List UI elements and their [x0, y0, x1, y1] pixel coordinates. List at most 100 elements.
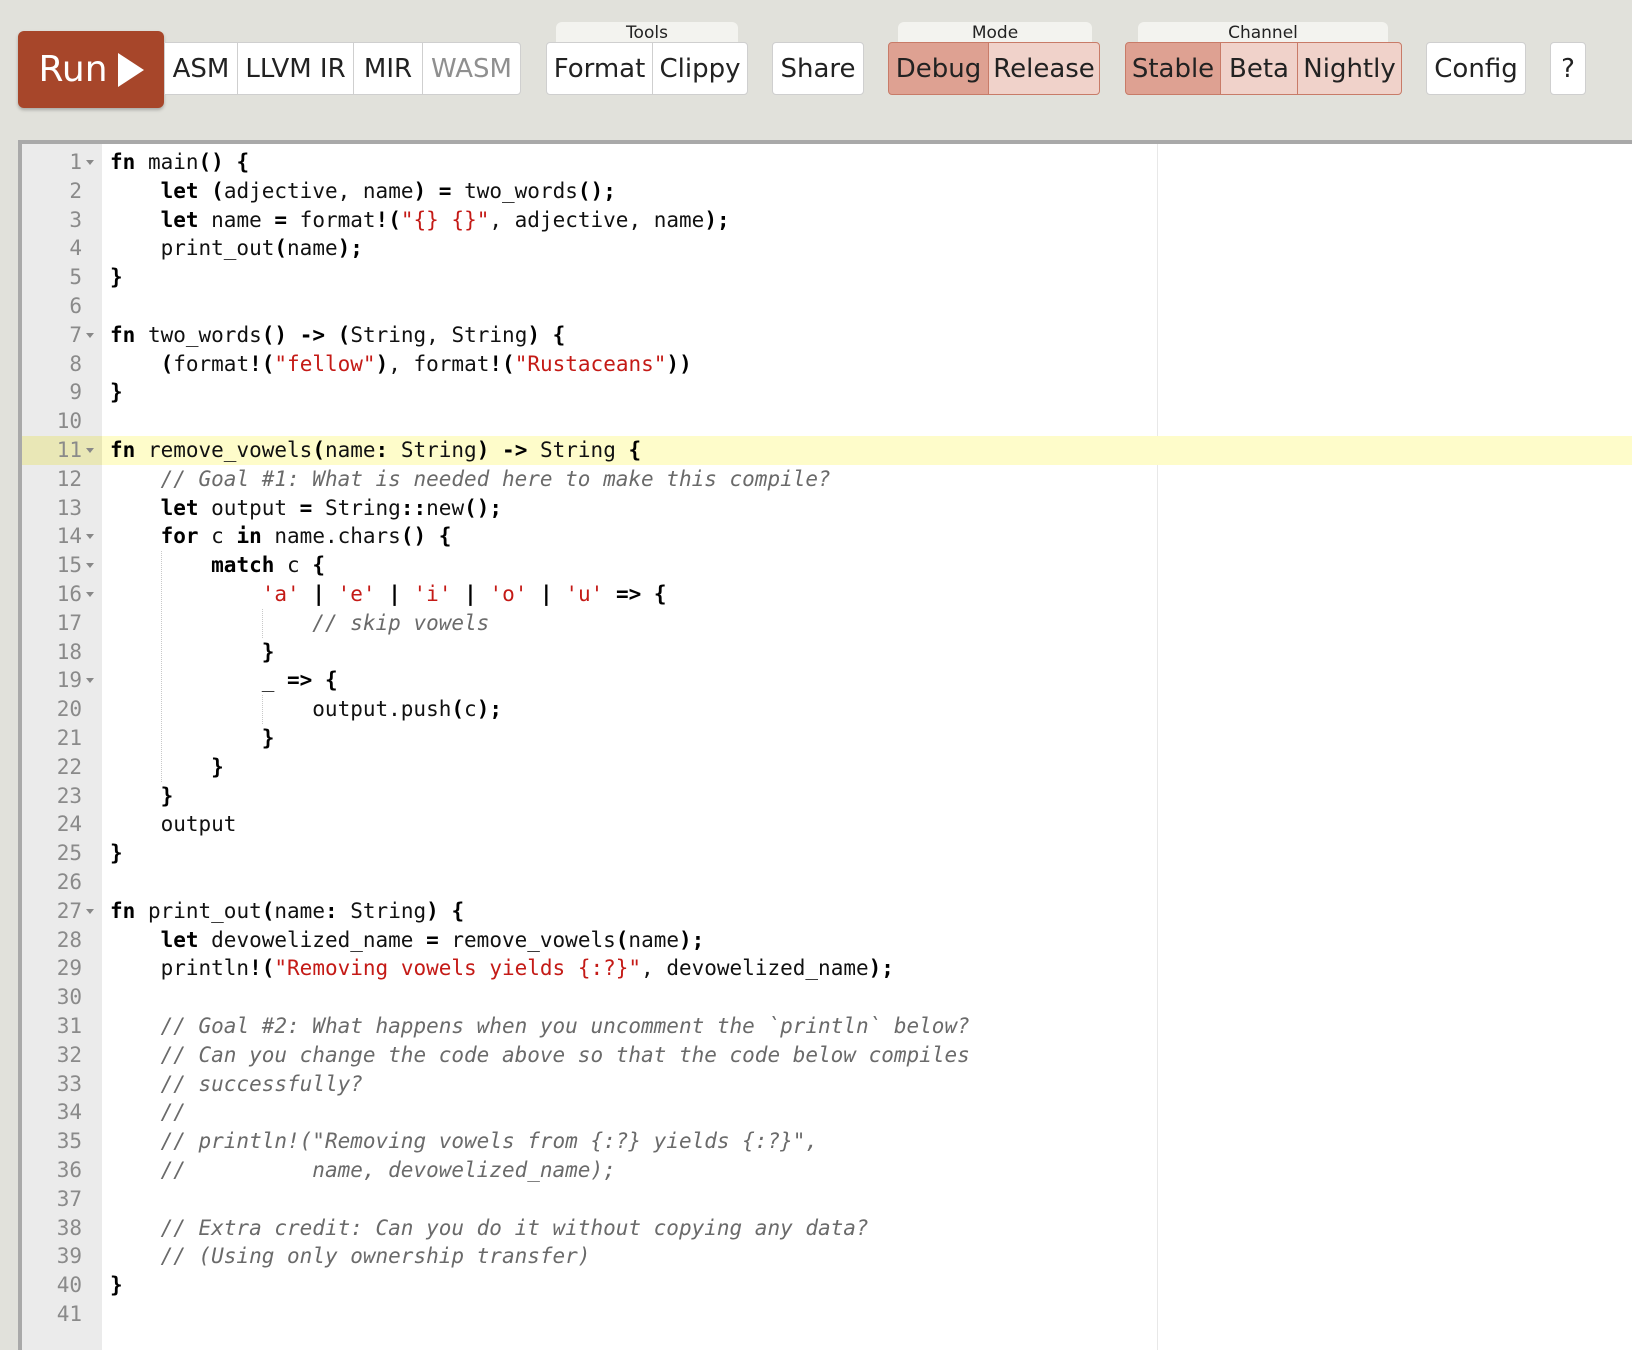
- code-line[interactable]: 11 fn remove_vowels(name: String) -> Stri…: [22, 436, 1632, 465]
- wasm-button[interactable]: WASM: [422, 42, 521, 95]
- code-line[interactable]: 8 (format!("fellow"), format!("Rustacean…: [22, 350, 1632, 379]
- nightly-button[interactable]: Nightly: [1297, 42, 1402, 95]
- code-text: let (adjective, name) = two_words();: [160, 178, 616, 203]
- line-number: 31: [56, 1014, 82, 1038]
- code-line[interactable]: 40}: [22, 1271, 1632, 1300]
- fold-arrow-icon[interactable]: [86, 908, 94, 914]
- line-number: 5: [69, 265, 82, 290]
- code-line[interactable]: 22 }: [22, 753, 1632, 782]
- line-number: 24: [56, 812, 82, 837]
- code-line[interactable]: 26: [22, 868, 1632, 897]
- asm-button[interactable]: ASM: [164, 42, 238, 95]
- play-icon: [117, 52, 144, 87]
- fold-arrow-icon[interactable]: [86, 678, 94, 684]
- line-number: 33: [56, 1071, 82, 1096]
- line-number: 12: [56, 466, 82, 491]
- line-number: 6: [69, 294, 82, 318]
- fold-arrow-icon[interactable]: [86, 534, 94, 540]
- mir-button[interactable]: MIR: [353, 42, 423, 95]
- code-text: match c {: [211, 553, 325, 578]
- code-line[interactable]: 9}: [22, 378, 1632, 407]
- line-number: 25: [56, 841, 82, 866]
- run-button[interactable]: Run: [18, 31, 164, 108]
- fold-arrow-icon[interactable]: [86, 332, 94, 338]
- code-text: 'a' | 'e' | 'i' | 'o' | 'u' => {: [261, 582, 667, 606]
- code-line[interactable]: 23 }: [22, 782, 1632, 811]
- code-line[interactable]: 28 let devowelized_name = remove_vowels(…: [22, 926, 1632, 955]
- release-button[interactable]: Release: [988, 42, 1100, 95]
- code-line[interactable]: 37: [22, 1185, 1632, 1214]
- line-number: 17: [56, 610, 82, 635]
- code-line[interactable]: 5}: [22, 263, 1632, 292]
- help-button[interactable]: ?: [1550, 42, 1586, 95]
- fold-arrow-icon[interactable]: [86, 592, 94, 597]
- line-number: 20: [56, 697, 82, 722]
- code-editor[interactable]: 1 fn main() {2 let (adjective, name) = tw…: [18, 140, 1632, 1350]
- line-number: 40: [56, 1273, 82, 1298]
- code-line[interactable]: 18 }: [22, 638, 1632, 667]
- code-line[interactable]: 3 let name = format!("{} {}", adjective,…: [22, 206, 1632, 235]
- code-text: }: [110, 1273, 123, 1298]
- code-line[interactable]: 19 _ => {: [22, 666, 1632, 695]
- code-line[interactable]: 33 // successfully?: [22, 1070, 1632, 1099]
- code-text: let name = format!("{} {}", adjective, n…: [160, 207, 730, 232]
- code-line[interactable]: 39 // (Using only ownership transfer): [22, 1242, 1632, 1271]
- code-line[interactable]: 7 fn two_words() -> (String, String) {: [22, 321, 1632, 350]
- code-line[interactable]: 1 fn main() {: [22, 148, 1632, 177]
- code-line[interactable]: 35 // println!("Removing vowels from {:?…: [22, 1127, 1632, 1156]
- fold-arrow-icon[interactable]: [86, 160, 94, 165]
- code-line[interactable]: 10: [22, 407, 1632, 436]
- code-line[interactable]: 41: [22, 1300, 1632, 1329]
- code-text: }: [110, 841, 123, 866]
- code-line[interactable]: 15 match c {: [22, 551, 1632, 580]
- code-text: }: [211, 754, 224, 779]
- code-line[interactable]: 34 //: [22, 1098, 1632, 1127]
- code-line[interactable]: 24 output: [22, 810, 1632, 839]
- fold-arrow-icon[interactable]: [86, 448, 94, 453]
- code-line[interactable]: 17 // skip vowels: [22, 609, 1632, 638]
- code-text: fn main() {: [110, 150, 250, 174]
- code-text: fn two_words() -> (String, String) {: [110, 322, 566, 347]
- stable-button[interactable]: Stable: [1125, 42, 1221, 95]
- code-line[interactable]: 14 for c in name.chars() {: [22, 522, 1632, 551]
- code-line[interactable]: 6: [22, 292, 1632, 321]
- code-line[interactable]: 13 let output = String::new();: [22, 494, 1632, 523]
- channel-group-label: Channel: [1138, 22, 1388, 44]
- clippy-button[interactable]: Clippy: [652, 42, 748, 95]
- line-number: 28: [56, 927, 82, 952]
- code-line[interactable]: 16 'a' | 'e' | 'i' | 'o' | 'u' => {: [22, 580, 1632, 609]
- tools-group-label: Tools: [556, 22, 738, 44]
- code-text: // Goal #1: What is needed here to make …: [160, 466, 831, 491]
- code-line[interactable]: 4 print_out(name);: [22, 234, 1632, 263]
- code-text: }: [110, 265, 123, 290]
- llvm-ir-button[interactable]: LLVM IR: [237, 42, 354, 95]
- code-text: let output = String::new();: [160, 495, 503, 520]
- line-number: 21: [56, 726, 82, 750]
- config-button[interactable]: Config: [1426, 42, 1526, 95]
- code-line[interactable]: 29 println!("Removing vowels yields {:?}…: [22, 954, 1632, 983]
- code-text: }: [110, 380, 123, 405]
- code-line[interactable]: 12 // Goal #1: What is needed here to ma…: [22, 465, 1632, 494]
- code-line[interactable]: 21 }: [22, 724, 1632, 753]
- beta-button[interactable]: Beta: [1220, 42, 1298, 95]
- code-line[interactable]: 32 // Can you change the code above so t…: [22, 1041, 1632, 1070]
- code-text: // (Using only ownership transfer): [160, 1244, 591, 1269]
- code-text: print_out(name);: [110, 236, 363, 261]
- code-line[interactable]: 38 // Extra credit: Can you do it withou…: [22, 1214, 1632, 1243]
- code-line[interactable]: 27 fn print_out(name: String) {: [22, 897, 1632, 926]
- code-line[interactable]: 25}: [22, 839, 1632, 868]
- code-line[interactable]: 30: [22, 983, 1632, 1012]
- line-number: 38: [56, 1215, 82, 1240]
- line-number: 32: [56, 1042, 82, 1067]
- fold-arrow-icon[interactable]: [86, 563, 94, 569]
- code-line[interactable]: 2 let (adjective, name) = two_words();: [22, 177, 1632, 206]
- code-line[interactable]: 31 // Goal #2: What happens when you unc…: [22, 1012, 1632, 1041]
- toolbar: Run ASM LLVM IR MIR WASM Tools Format Cl…: [0, 0, 1632, 140]
- debug-button[interactable]: Debug: [888, 42, 989, 95]
- share-button[interactable]: Share: [772, 42, 864, 95]
- format-button[interactable]: Format: [546, 42, 653, 95]
- line-number: 23: [56, 783, 82, 808]
- code-line[interactable]: 20 output.push(c);: [22, 695, 1632, 724]
- indent-guide: [160, 551, 162, 782]
- code-line[interactable]: 36 // name, devowelized_name);: [22, 1156, 1632, 1185]
